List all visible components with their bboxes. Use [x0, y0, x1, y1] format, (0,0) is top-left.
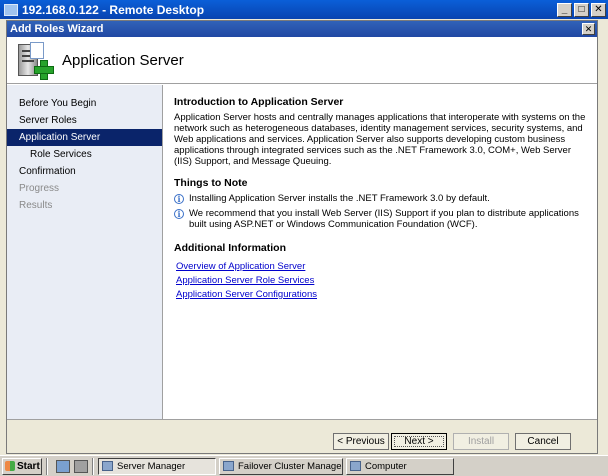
wizard-close-button[interactable]: ✕ [582, 23, 595, 35]
task-label: Failover Cluster Manage... [238, 460, 343, 472]
note-text: We recommend that you install Web Server… [189, 208, 579, 230]
notes-heading: Things to Note [174, 177, 248, 189]
additional-info-heading: Additional Information [174, 242, 286, 254]
wizard-header: Application Server [7, 37, 597, 84]
nav-item-server-roles[interactable]: Server Roles [7, 112, 162, 129]
wizard-footer: < Previous Next > Install Cancel [7, 419, 597, 453]
server-manager-quicklaunch-icon[interactable] [56, 459, 70, 473]
nav-item-before-you-begin[interactable]: Before You Begin [7, 95, 162, 112]
wizard-content: Introduction to Application Server Appli… [163, 85, 597, 419]
cluster-manager-icon [223, 461, 234, 471]
nav-item-results: Results [19, 200, 53, 211]
maximize-button[interactable]: □ [574, 2, 589, 17]
wizard-nav: Before You Begin Server Roles Applicatio… [7, 85, 163, 419]
nav-item-role-services[interactable]: Role Services [7, 146, 162, 163]
page-title: Application Server [62, 51, 184, 69]
taskbar-separator [92, 457, 94, 475]
start-button[interactable]: Start [2, 457, 42, 475]
taskbar-task-server-manager[interactable]: Server Manager [98, 457, 216, 475]
start-label: Start [17, 460, 40, 472]
taskbar-task-failover-cluster[interactable]: Failover Cluster Manage... [219, 457, 343, 475]
taskbar: Start Server Manager Failover Cluster Ma… [0, 455, 608, 476]
remote-desktop-titlebar[interactable]: 192.168.0.122 - Remote Desktop _ □ ✕ [0, 0, 608, 19]
link-role-services[interactable]: Application Server Role Services [176, 274, 587, 288]
wizard-body: Before You Begin Server Roles Applicatio… [7, 85, 597, 419]
remote-desktop-title: 192.168.0.122 - Remote Desktop [22, 2, 205, 17]
task-label: Computer [365, 460, 407, 472]
server-add-icon [14, 40, 54, 80]
windows-logo-icon [5, 461, 15, 471]
previous-button[interactable]: < Previous [333, 433, 389, 450]
minimize-button[interactable]: _ [557, 2, 572, 17]
info-icon: i [174, 209, 184, 219]
powershell-quicklaunch-icon[interactable] [74, 459, 88, 473]
note-text: Installing Application Server installs t… [189, 193, 490, 204]
taskbar-task-computer[interactable]: Computer [346, 457, 454, 475]
close-button[interactable]: ✕ [591, 2, 606, 17]
intro-heading: Introduction to Application Server [174, 96, 344, 108]
taskbar-separator [46, 457, 48, 475]
link-configurations[interactable]: Application Server Configurations [176, 288, 587, 302]
nav-item-progress: Progress [19, 183, 60, 194]
intro-text: Application Server hosts and centrally m… [174, 112, 586, 167]
nav-item-application-server[interactable]: Application Server [7, 129, 162, 146]
server-manager-icon [102, 461, 113, 471]
computer-icon [350, 461, 361, 471]
cancel-button[interactable]: Cancel [515, 433, 571, 450]
info-links: Overview of Application Server Applicati… [174, 260, 587, 302]
info-icon: i [174, 194, 184, 204]
note-item: i Installing Application Server installs… [174, 193, 587, 204]
add-roles-wizard: Add Roles Wizard ✕ Application Server Be… [6, 20, 598, 454]
link-overview[interactable]: Overview of Application Server [176, 260, 587, 274]
task-label: Server Manager [117, 460, 186, 472]
wizard-titlebar[interactable]: Add Roles Wizard ✕ [7, 21, 597, 37]
remote-desktop-icon [4, 3, 18, 16]
install-button: Install [453, 433, 509, 450]
next-button[interactable]: Next > [391, 433, 447, 450]
nav-item-confirmation[interactable]: Confirmation [7, 163, 162, 180]
note-item: i We recommend that you install Web Serv… [174, 208, 587, 230]
wizard-title: Add Roles Wizard [10, 23, 104, 35]
